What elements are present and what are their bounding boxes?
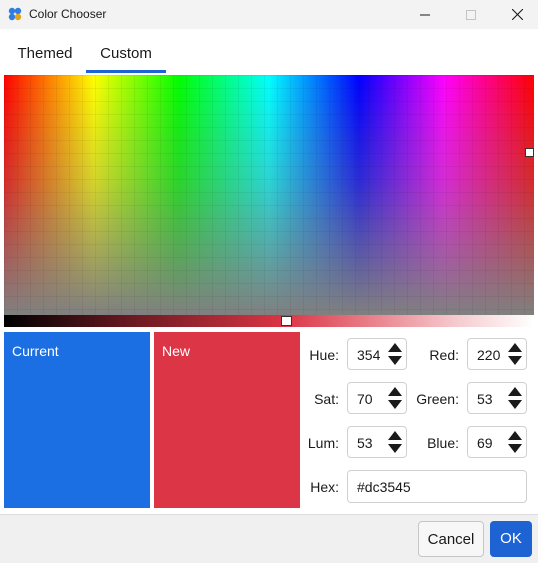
red-spinner[interactable]: 220 [467,338,527,370]
minimize-button[interactable] [402,0,448,29]
lum-label: Lum: [307,435,339,451]
palette-grid [4,75,534,315]
tab-bar: Themed Custom [0,40,538,74]
luminance-slider[interactable] [4,315,534,327]
new-color-swatch: New [154,332,300,508]
spinner-arrows-icon[interactable] [388,431,402,453]
red-label: Red: [429,347,459,363]
tab-themed[interactable]: Themed [6,40,84,74]
current-color-swatch: Current [4,332,150,508]
hex-label: Hex: [310,479,339,495]
sat-label: Sat: [314,391,339,407]
spinner-arrows-icon[interactable] [508,343,522,365]
close-icon [511,9,523,20]
new-label: New [162,343,191,359]
blue-value: 69 [477,435,493,451]
luminance-slider-handle[interactable] [281,316,292,326]
current-label: Current [12,343,59,359]
ok-button[interactable]: OK [490,521,532,557]
red-value: 220 [477,347,501,363]
color-palette[interactable] [4,75,534,315]
window-title: Color Chooser [29,7,107,21]
blue-spinner[interactable]: 69 [467,426,527,458]
title-bar: Color Chooser [0,0,538,29]
palette-selection-marker[interactable] [525,148,534,157]
lum-value: 53 [357,435,373,451]
maximize-button[interactable] [448,0,494,29]
green-spinner[interactable]: 53 [467,382,527,414]
hue-value: 354 [357,347,381,363]
color-palette-icon [8,7,22,21]
tab-custom[interactable]: Custom [86,40,166,74]
hex-value: #dc3545 [357,479,411,495]
spinner-arrows-icon[interactable] [388,343,402,365]
close-button[interactable] [494,0,538,29]
maximize-icon [466,9,476,20]
sat-spinner[interactable]: 70 [347,382,407,414]
spinner-arrows-icon[interactable] [508,431,522,453]
sat-value: 70 [357,391,373,407]
green-label: Green: [416,391,459,407]
hex-input[interactable]: #dc3545 [347,470,527,503]
hue-spinner[interactable]: 354 [347,338,407,370]
green-value: 53 [477,391,493,407]
spinner-arrows-icon[interactable] [388,387,402,409]
blue-label: Blue: [427,435,459,451]
minimize-icon [420,14,430,15]
lum-spinner[interactable]: 53 [347,426,407,458]
spinner-arrows-icon[interactable] [508,387,522,409]
cancel-button[interactable]: Cancel [418,521,484,557]
hue-label: Hue: [309,347,339,363]
